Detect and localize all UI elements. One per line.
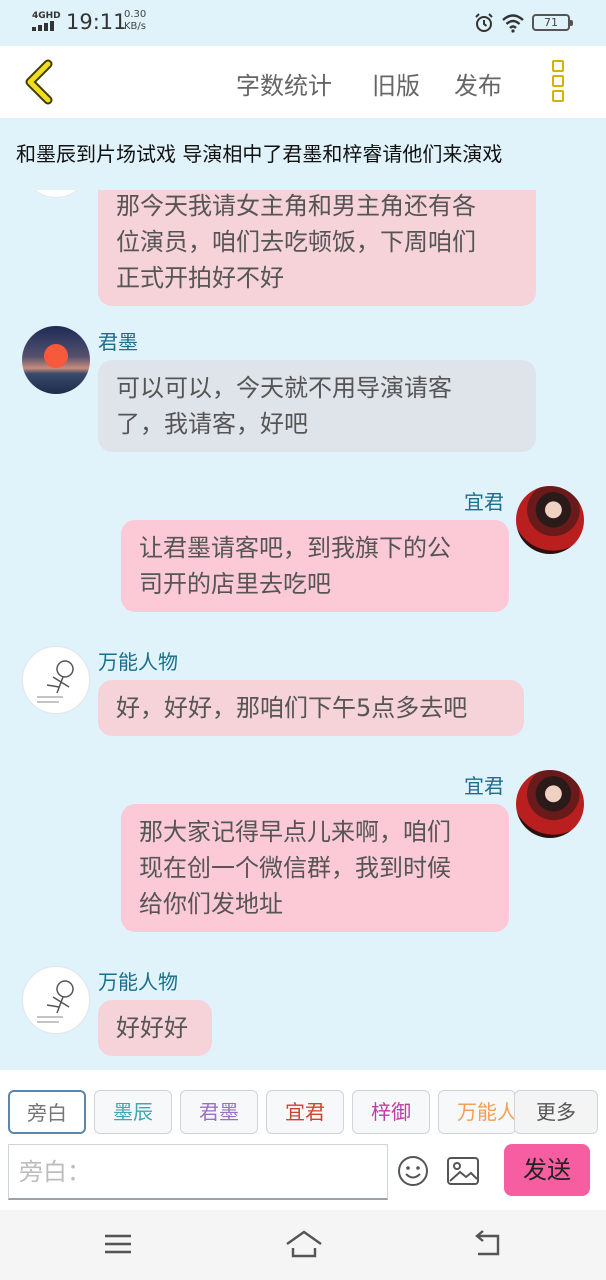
top-toolbar: 字数统计 旧版 发布 <box>0 46 606 118</box>
network-speed-value: 0.30 <box>124 9 147 20</box>
word-count-button[interactable]: 字数统计 <box>236 66 332 101</box>
menu-dot-icon <box>552 90 564 102</box>
sketch-figure-icon <box>37 980 74 1023</box>
role-chip-mochen[interactable]: 墨辰 <box>94 1090 172 1134</box>
wifi-icon <box>502 14 524 33</box>
status-bar: 4GHD 19:11 0.30 KB/s 71 <box>0 0 606 46</box>
speaker-name: 万能人物 <box>98 650 178 674</box>
publish-button[interactable]: 发布 <box>454 66 502 101</box>
message-line: 了，我请客，好吧 <box>116 410 308 438</box>
avatar[interactable] <box>516 770 584 838</box>
speaker-name: 宜君 <box>464 490 504 514</box>
input-panel: 旁白 墨辰 君墨 宜君 梓御 万能人 更多 发送 <box>0 1070 606 1210</box>
system-nav-bar <box>0 1210 606 1280</box>
role-chip-universal[interactable]: 万能人 <box>438 1090 516 1134</box>
message-line: 现在创一个微信群，我到时候 <box>139 854 451 882</box>
role-chip-junmo[interactable]: 君墨 <box>180 1090 258 1134</box>
battery-icon: 71 <box>532 14 573 31</box>
more-menu-button[interactable] <box>546 58 570 108</box>
speaker-name: 万能人物 <box>98 970 178 994</box>
emoji-icon[interactable] <box>396 1154 430 1188</box>
back-nav-icon[interactable] <box>470 1228 506 1260</box>
network-speed-unit: KB/s <box>124 21 146 32</box>
message-bubble[interactable]: 让君墨请客吧，到我旗下的公 司开的店里去吃吧 <box>121 520 509 612</box>
message-bubble[interactable]: 可以可以，今天就不用导演请客 了，我请客，好吧 <box>98 360 536 452</box>
avatar[interactable] <box>22 190 90 198</box>
message-line: 好，好好，那咱们下午5点多去吧 <box>116 694 468 722</box>
clock: 19:11 <box>66 10 127 34</box>
speaker-name: 宜君 <box>464 774 504 798</box>
message-line: 那今天我请女主角和男主角还有各 <box>116 192 476 220</box>
back-button[interactable] <box>18 58 66 106</box>
chevron-left-icon <box>25 59 53 105</box>
more-roles-button[interactable]: 更多 <box>514 1090 598 1134</box>
role-chip-yijun[interactable]: 宜君 <box>266 1090 344 1134</box>
menu-dot-icon <box>552 60 564 72</box>
image-icon[interactable] <box>446 1156 480 1186</box>
sketch-figure-icon <box>37 660 74 703</box>
message-bubble[interactable]: 好好好 <box>98 1000 212 1056</box>
send-button[interactable]: 发送 <box>504 1144 590 1196</box>
avatar[interactable] <box>516 486 584 554</box>
message-input[interactable] <box>8 1144 388 1200</box>
role-chip-ziyu[interactable]: 梓御 <box>352 1090 430 1134</box>
alarm-icon <box>475 13 493 32</box>
network-speed: 0.30 KB/s <box>124 9 146 33</box>
network-type: 4GHD <box>32 11 61 21</box>
avatar[interactable] <box>22 326 90 394</box>
menu-icon[interactable] <box>100 1228 136 1260</box>
message-line: 司开的店里去吃吧 <box>139 570 331 598</box>
message-line: 正式开拍好不好 <box>116 264 284 292</box>
message-line: 那大家记得早点儿来啊，咱们 <box>139 818 451 846</box>
message-bubble[interactable]: 好，好好，那咱们下午5点多去吧 <box>98 680 524 736</box>
scene-description: 和墨辰到片场试戏 导演相中了君墨和梓睿请他们来演戏 <box>0 118 606 190</box>
speaker-name: 君墨 <box>98 330 138 354</box>
avatar[interactable] <box>22 646 90 714</box>
menu-dot-icon <box>552 75 564 87</box>
message-line: 好好好 <box>116 1014 188 1042</box>
avatar[interactable] <box>22 966 90 1034</box>
message-bubble[interactable]: 那大家记得早点儿来啊，咱们 现在创一个微信群，我到时候 给你们发地址 <box>121 804 509 932</box>
signal-icon <box>32 21 54 31</box>
chat-area[interactable]: 那今天我请女主角和男主角还有各 位演员，咱们去吃顿饭，下周咱们 正式开拍好不好 … <box>0 190 606 1070</box>
message-line: 给你们发地址 <box>139 890 283 918</box>
message-line: 让君墨请客吧，到我旗下的公 <box>139 534 451 562</box>
role-chip-narrator[interactable]: 旁白 <box>8 1090 86 1134</box>
home-icon[interactable] <box>284 1228 324 1260</box>
message-line: 可以可以，今天就不用导演请客 <box>116 374 452 402</box>
old-version-button[interactable]: 旧版 <box>372 66 420 101</box>
message-bubble[interactable]: 那今天我请女主角和男主角还有各 位演员，咱们去吃顿饭，下周咱们 正式开拍好不好 <box>98 190 536 306</box>
message-line: 位演员，咱们去吃顿饭，下周咱们 <box>116 228 476 256</box>
